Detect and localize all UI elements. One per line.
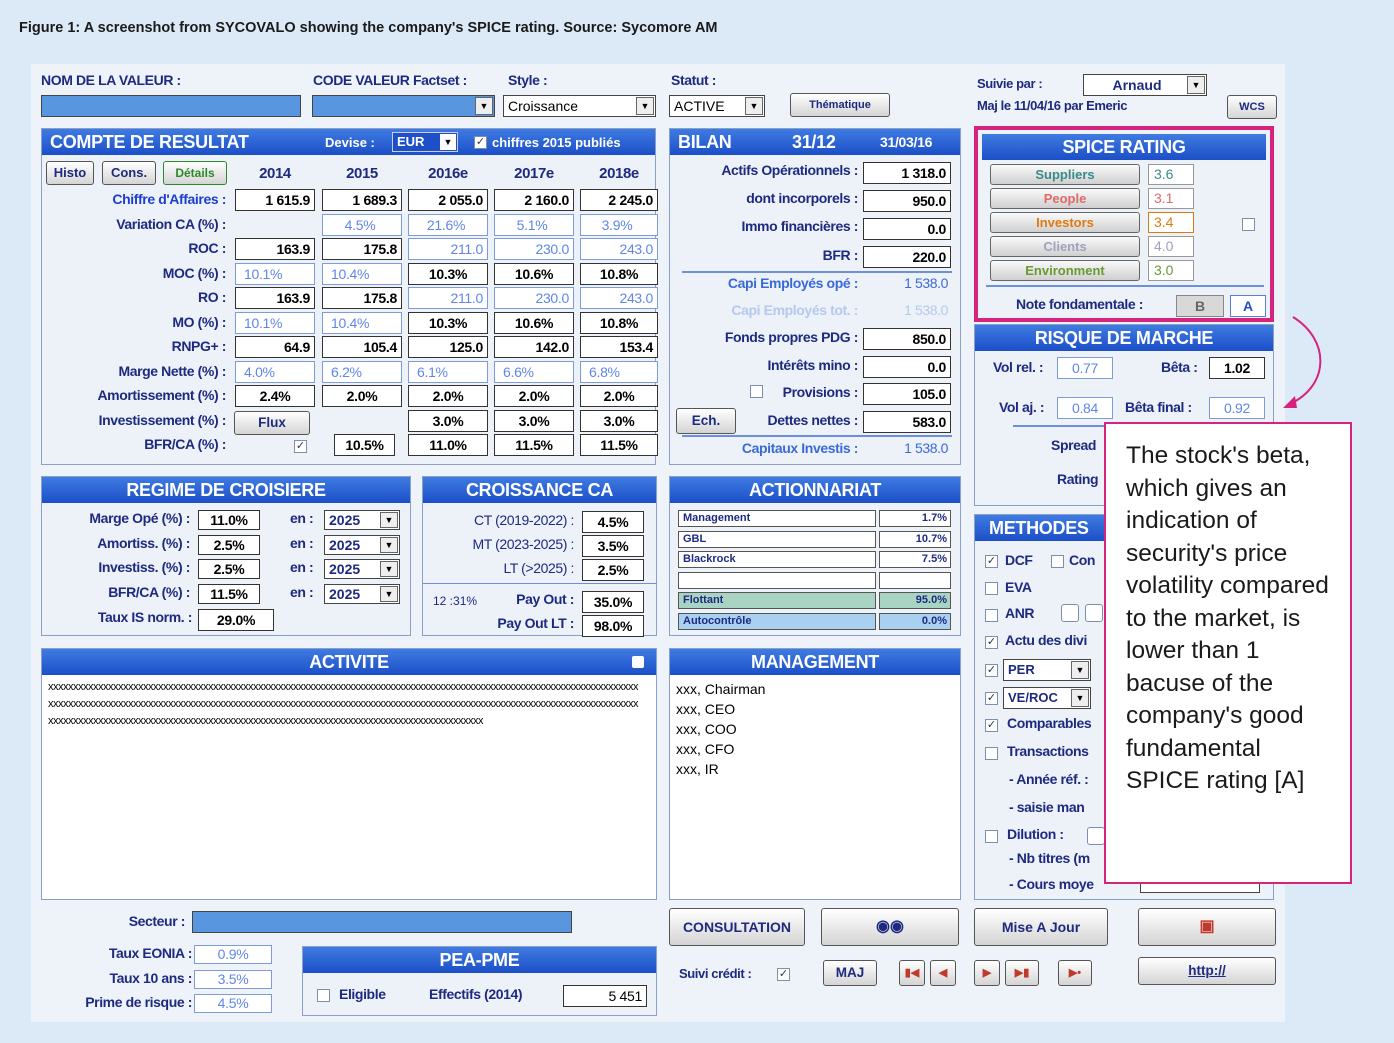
arrow-head xyxy=(1283,396,1297,408)
arrow-curve xyxy=(1289,316,1322,405)
callout-box: The stock's beta, which gives an indicat… xyxy=(1104,422,1352,884)
